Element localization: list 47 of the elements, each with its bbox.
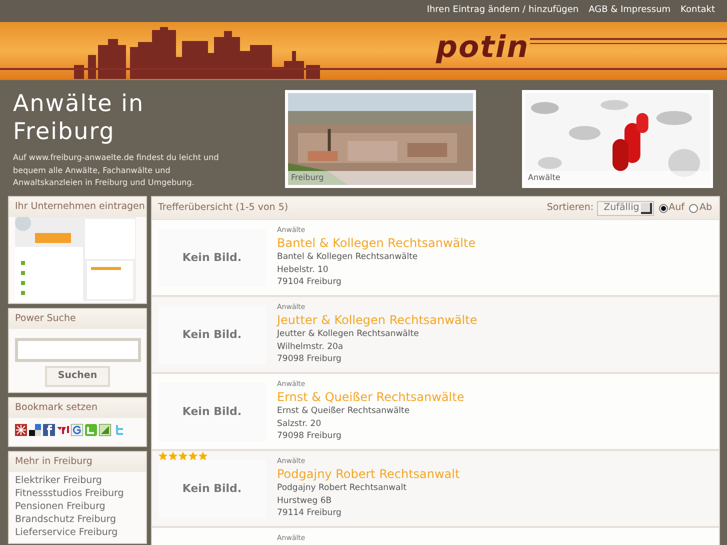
address-line: 79114 Freiburg	[277, 507, 342, 520]
photo-caption: Freiburg	[288, 171, 473, 185]
nav-link[interactable]: Ihren Eintrag ändern / hinzufügen	[426, 4, 579, 18]
results-summary: Trefferübersicht (1-5 von 5)	[158, 200, 288, 215]
address-line: 79098 Freiburg	[277, 430, 342, 442]
address-line: Bantel & Kollegen Rechtsanwälte	[277, 251, 419, 264]
sidebar-link[interactable]: Brandschutz Freiburg	[15, 513, 140, 526]
panel-title: Mehr in Freiburg	[9, 452, 146, 472]
address-line: Ernst & Queißer Rechtsanwälte	[277, 405, 411, 418]
star-icon	[198, 451, 208, 461]
sidebar-link[interactable]: Fitnessstudios Freiburg	[15, 487, 140, 500]
address-line: Wilhelmstr. 20a	[277, 340, 344, 353]
star-icon	[178, 451, 188, 461]
page-title: Anwälte in Freiburg	[13, 90, 146, 146]
sort-label: Sortieren:	[546, 200, 594, 215]
address-line: Hebelstr. 10	[277, 264, 330, 276]
star-icon	[188, 451, 198, 461]
sort-dropdown[interactable]: Zufällig	[596, 200, 654, 216]
sidebar-link[interactable]: Pensionen Freiburg	[15, 500, 140, 513]
sidebar-link[interactable]: Lieferservice Freiburg	[15, 526, 140, 539]
panel-title: Power Suche	[9, 309, 146, 329]
sidebar-link[interactable]: Elektriker Freiburg	[15, 474, 140, 487]
placeholder-text: Kein Bild.	[182, 404, 242, 420]
search-button[interactable]: Suchen	[44, 366, 110, 387]
panel-title: Bookmark setzen	[9, 398, 146, 418]
address-line: Jeutter & Kollegen Rechtsanwälte	[277, 328, 420, 340]
placeholder-text: Kein Bild.	[182, 480, 242, 497]
placeholder-text: Kein Bild.	[182, 250, 242, 266]
address-line: Podgajny Robert Rechtsanwalt	[277, 482, 408, 494]
photo-caption: Anwälte	[525, 171, 710, 185]
sort-order-radio[interactable]: Ab	[689, 200, 712, 216]
address-line: Salzstr. 20	[277, 418, 322, 430]
placeholder-text: Kein Bild.	[182, 326, 242, 343]
facebook-icon[interactable]	[43, 424, 55, 436]
star-icon	[158, 451, 168, 461]
address-line: 79104 Freiburg	[277, 276, 342, 288]
address-line: 79098 Freiburg	[277, 353, 342, 366]
nav-link[interactable]: Kontakt	[680, 4, 715, 18]
nav-link[interactable]: AGB & Impressum	[588, 4, 671, 18]
star-icon	[168, 451, 178, 461]
search-field[interactable]	[14, 338, 140, 362]
bookmark-icon[interactable]	[29, 424, 41, 436]
panel-title: Ihr Unternehmen eintragen	[9, 197, 146, 217]
address-line: Hurstweg 6B	[277, 494, 333, 507]
logo[interactable]: potin	[436, 30, 530, 66]
intro-text: Auf www.freiburg-anwaelte.de findest du leicht und bequem alle Anwälte, Fachanwälte und Anwaltskanzleien in Freiburg und Umgebung.	[13, 152, 220, 189]
sort-order-radio[interactable]: Auf	[658, 200, 684, 216]
